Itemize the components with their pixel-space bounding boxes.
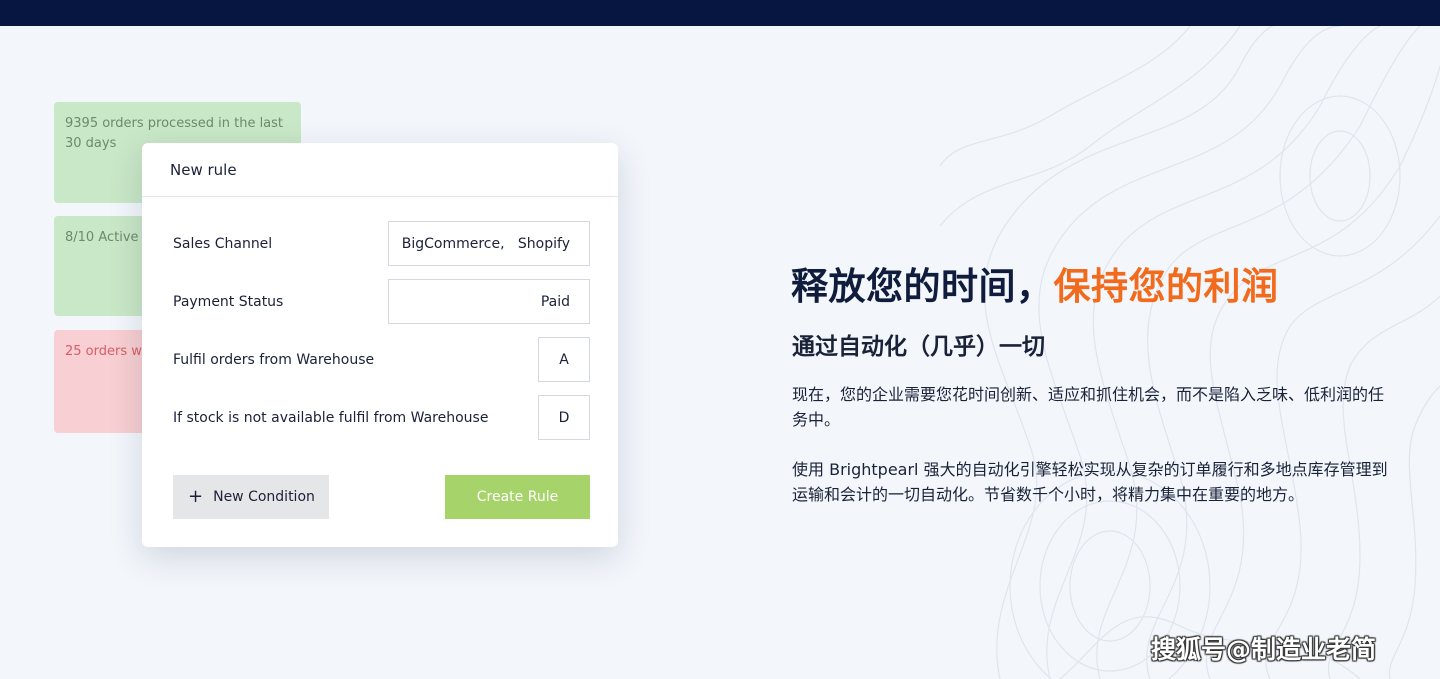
new-condition-label: New Condition (213, 489, 315, 505)
sales-channel-label: Sales Channel (173, 235, 273, 252)
fallback-warehouse-row: If stock is not available fulfil from Wa… (173, 395, 590, 440)
dialog-header: New rule (142, 143, 618, 197)
hero-paragraph-1: 现在，您的企业需要您花时间创新、适应和抓住机会，而不是陷入乏味、低利润的任务中。 (792, 385, 1385, 429)
hero-subheading: 通过自动化（几乎）一切 (792, 334, 1045, 360)
top-navigation-bar (0, 0, 1440, 26)
fulfil-warehouse-select[interactable]: A (538, 337, 590, 382)
fulfil-warehouse-row: Fulfil orders from Warehouse A (173, 337, 590, 382)
payment-status-label: Payment Status (173, 293, 284, 310)
watermark-text: 搜狐号@制造业老简 (1151, 635, 1377, 664)
hero-paragraph-2: 使用 Brightpearl 强大的自动化引擎轻松实现从复杂的订单履行和多地点库… (792, 460, 1388, 504)
fulfil-warehouse-label: Fulfil orders from Warehouse (173, 351, 375, 368)
headline-accent: 保持您的利润 (1053, 265, 1279, 308)
sales-channel-select[interactable]: BigCommerce, Shopify (388, 221, 590, 266)
sales-channel-value: BigCommerce, Shopify (401, 235, 570, 252)
fallback-warehouse-label: If stock is not available fulfil from Wa… (173, 409, 489, 426)
plus-icon: + (188, 486, 204, 507)
create-rule-button[interactable]: Create Rule (445, 475, 590, 519)
dialog-title: New rule (170, 160, 237, 179)
payment-status-select[interactable]: Paid (388, 279, 590, 324)
headline-main: 释放您的时间， (791, 265, 1054, 308)
fallback-warehouse-select[interactable]: D (538, 395, 590, 440)
sales-channel-row: Sales Channel BigCommerce, Shopify (173, 221, 590, 266)
fulfil-warehouse-value: A (559, 351, 569, 368)
new-condition-button[interactable]: + New Condition (173, 475, 329, 519)
payment-status-value: Paid (540, 293, 570, 310)
hero-headline: 释放您的时间，保持您的利润 (791, 256, 1279, 310)
fallback-warehouse-value: D (558, 409, 570, 426)
payment-status-row: Payment Status Paid (173, 279, 590, 324)
new-rule-dialog: New rule Sales Channel BigCommerce, Shop… (142, 143, 618, 547)
